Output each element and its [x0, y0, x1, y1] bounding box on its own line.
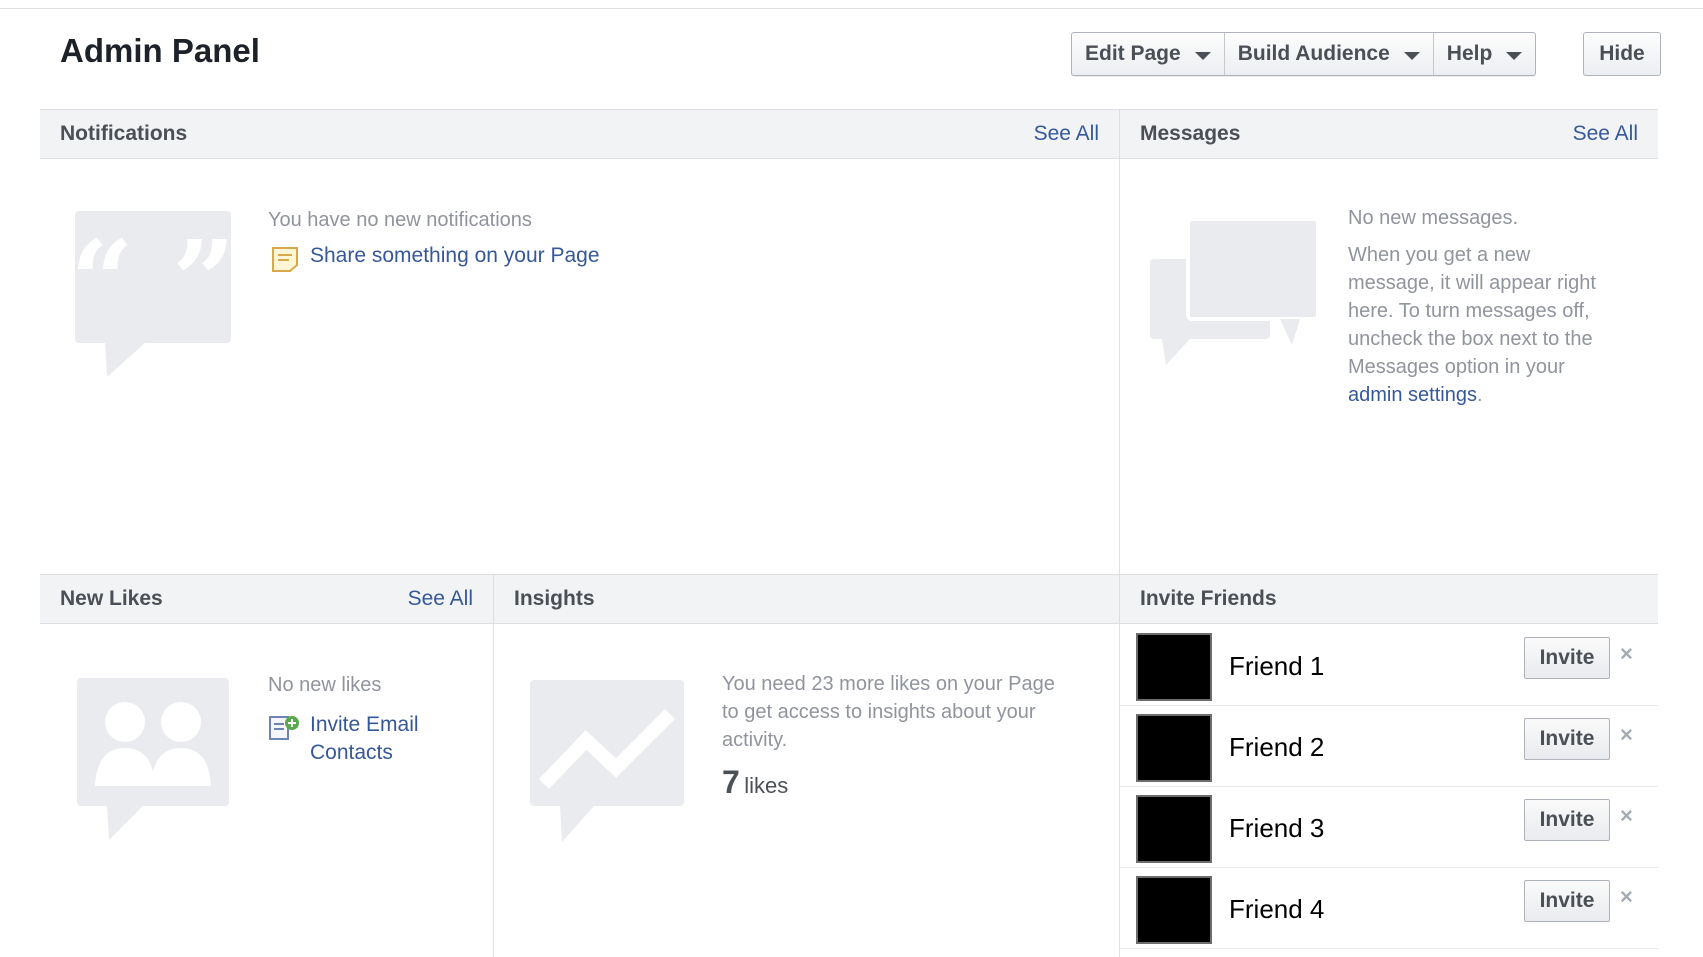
- insights-help-text: You need 23 more likes on your Page to g…: [722, 670, 1055, 754]
- messages-help-line: message, it will appear right: [1348, 272, 1596, 294]
- invite-email-line: Contacts: [310, 741, 393, 764]
- likes-count: 7: [722, 764, 740, 800]
- avatar: [1138, 797, 1210, 861]
- friend-row: Friend 4 Invite ×: [1120, 868, 1658, 949]
- insights-help-line: to get access to insights about your: [722, 701, 1036, 723]
- admin-toolbar: Edit Page Build Audience Help: [1071, 32, 1537, 76]
- friend-name: Friend 4: [1229, 894, 1325, 924]
- friend-row: Friend 2 Invite ×: [1120, 706, 1658, 787]
- chevron-down-icon: [1194, 52, 1211, 60]
- column-divider: [493, 574, 494, 957]
- notifications-see-all-link[interactable]: See All: [1034, 122, 1099, 146]
- friend-name: Friend 3: [1229, 813, 1325, 843]
- messages-help-text: When you get a new message, it will appe…: [1348, 241, 1596, 409]
- people-bubble-icon: [77, 678, 229, 840]
- chat-bubbles-icon: [1150, 219, 1318, 365]
- insights-help-line: activity.: [722, 729, 788, 751]
- chevron-down-icon: [1506, 52, 1523, 60]
- messages-title: Messages: [1140, 122, 1241, 145]
- messages-help-line: Messages option in your: [1348, 356, 1565, 378]
- messages-help-line: uncheck the box next to the: [1348, 328, 1593, 350]
- close-icon[interactable]: ×: [1620, 641, 1633, 667]
- chevron-down-icon: [1403, 52, 1420, 60]
- invite-button[interactable]: Invite: [1524, 799, 1610, 841]
- period-text: .: [1476, 384, 1483, 406]
- no-notifications-text: You have no new notifications: [268, 209, 532, 231]
- friend-row: Friend 1 Invite ×: [1120, 625, 1658, 706]
- hide-button[interactable]: Hide: [1583, 32, 1661, 76]
- insights-help-line: You need 23 more likes on your Page: [722, 673, 1055, 695]
- notifications-header: Notifications See All: [40, 109, 1119, 159]
- notifications-title: Notifications: [60, 122, 188, 145]
- note-icon: [272, 247, 298, 272]
- friend-name: Friend 2: [1229, 732, 1325, 762]
- avatar: [1138, 635, 1210, 699]
- likes-label: likes: [744, 773, 789, 798]
- edit-page-button[interactable]: Edit Page: [1072, 33, 1224, 75]
- close-icon[interactable]: ×: [1620, 803, 1633, 829]
- messages-help-line: admin settings.: [1348, 381, 1596, 409]
- invite-friends-header: Invite Friends: [1120, 574, 1658, 624]
- new-likes-title: New Likes: [60, 587, 163, 610]
- help-label: Help: [1446, 42, 1493, 65]
- messages-help-line: When you get a new: [1348, 244, 1531, 266]
- friend-name: Friend 1: [1229, 651, 1325, 681]
- friend-row: Friend 3 Invite ×: [1120, 787, 1658, 868]
- invite-button[interactable]: Invite: [1524, 718, 1610, 760]
- likes-count-summary: 7 likes: [722, 764, 788, 801]
- new-likes-header: New Likes See All: [40, 574, 493, 624]
- close-icon[interactable]: ×: [1620, 722, 1633, 748]
- no-new-likes-text: No new likes: [268, 674, 382, 696]
- insights-header: Insights: [494, 574, 1119, 624]
- build-audience-button[interactable]: Build Audience: [1223, 33, 1433, 75]
- messages-see-all-link[interactable]: See All: [1573, 122, 1638, 146]
- invite-button[interactable]: Invite: [1524, 880, 1610, 922]
- no-messages-text: No new messages.: [1348, 207, 1519, 229]
- svg-text:“ ”: “ ”: [75, 216, 231, 345]
- admin-settings-link[interactable]: admin settings: [1348, 384, 1477, 406]
- invite-email-line: Invite Email: [310, 713, 419, 736]
- invite-contacts-icon: [269, 716, 299, 740]
- invite-button[interactable]: Invite: [1524, 637, 1610, 679]
- quote-bubble-icon: “ ”: [75, 211, 231, 377]
- page-title: Admin Panel: [60, 32, 260, 69]
- share-something-link[interactable]: Share something on your Page: [310, 244, 600, 268]
- messages-header: Messages See All: [1120, 109, 1658, 159]
- close-icon[interactable]: ×: [1620, 884, 1633, 910]
- top-divider: [0, 8, 1703, 9]
- invite-email-contacts-link[interactable]: Invite Email Contacts: [310, 711, 419, 767]
- insights-graph-icon: [530, 680, 684, 842]
- avatar: [1138, 716, 1210, 780]
- new-likes-see-all-link[interactable]: See All: [408, 587, 473, 611]
- insights-title: Insights: [514, 587, 595, 610]
- avatar: [1138, 878, 1210, 942]
- help-button[interactable]: Help: [1432, 33, 1536, 75]
- messages-help-line: here. To turn messages off,: [1348, 300, 1590, 322]
- build-audience-label: Build Audience: [1237, 42, 1390, 65]
- invite-friends-title: Invite Friends: [1140, 587, 1277, 610]
- edit-page-label: Edit Page: [1085, 42, 1181, 65]
